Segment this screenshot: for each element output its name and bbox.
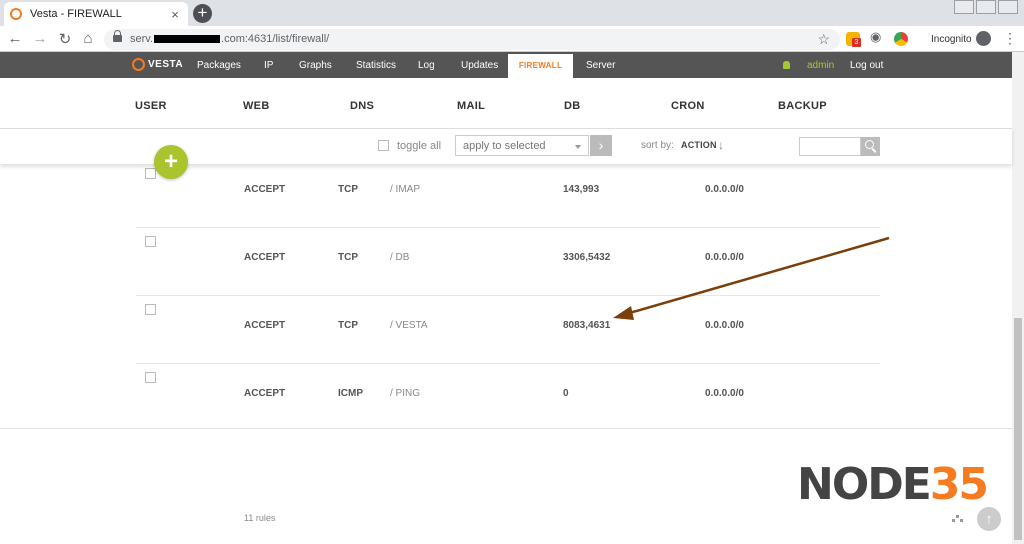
annotation-arrow-head [613, 306, 634, 320]
annotation-arrow [613, 236, 890, 320]
annotation-arrow-line [625, 236, 890, 316]
